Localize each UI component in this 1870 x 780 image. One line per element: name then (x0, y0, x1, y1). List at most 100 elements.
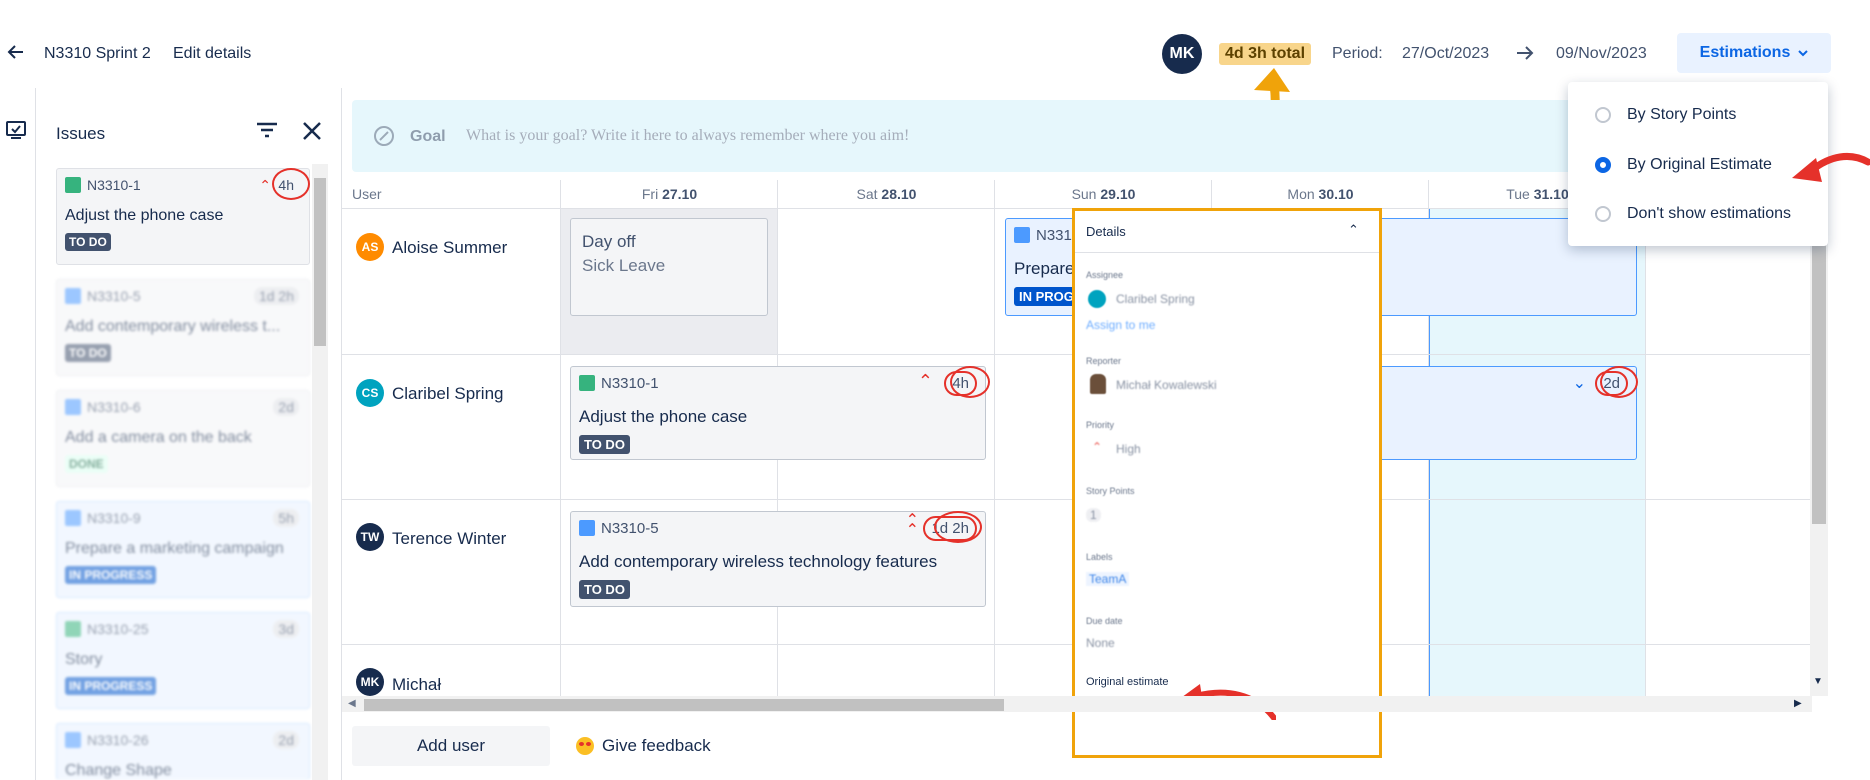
task-icon (65, 732, 81, 748)
avatar: AS (356, 233, 384, 261)
issue-estimate: 2d (273, 398, 299, 416)
period-end[interactable]: 09/Nov/2023 (1556, 45, 1647, 63)
heart-eyes-emoji-icon (576, 737, 594, 755)
status-badge: TO DO (579, 435, 630, 454)
scroll-left-icon[interactable]: ◀ (348, 698, 356, 709)
radio-unselected[interactable] (1595, 206, 1611, 222)
add-user-button[interactable]: Add user (352, 726, 550, 766)
avatar[interactable]: MK (1162, 34, 1202, 74)
user-name: Aloise Summer (392, 238, 508, 257)
issue-key: N3310-1 (87, 177, 141, 193)
menu-item-no-estimations[interactable]: Don't show estimations (1595, 205, 1791, 223)
menu-item-story-points[interactable]: By Story Points (1595, 106, 1736, 124)
story-icon (65, 177, 81, 193)
task-icon (65, 288, 81, 304)
annotation-circle (950, 366, 990, 398)
avatar: MK (356, 668, 384, 696)
give-feedback-link[interactable]: Give feedback (576, 736, 711, 756)
issue-key: N3310-25 (87, 621, 149, 637)
menu-item-label: By Original Estimate (1627, 156, 1772, 173)
detail-value: 1 (1086, 508, 1101, 522)
period-start[interactable]: 27/Oct/2023 (1402, 45, 1489, 63)
menu-item-original-estimate[interactable]: By Original Estimate (1595, 156, 1772, 174)
menu-item-label: Don't show estimations (1627, 205, 1792, 222)
day-header: Mon 30.10 (1287, 186, 1354, 202)
menu-item-label: By Story Points (1627, 106, 1737, 123)
detail-label: Assignee (1086, 270, 1124, 280)
close-icon[interactable] (299, 118, 325, 144)
radio-selected[interactable] (1595, 157, 1611, 173)
priority-highest-icon: ⌃ ⌃ (905, 512, 919, 539)
issue-summary: Add a camera on the back (65, 429, 252, 446)
detail-label: Story Points (1086, 486, 1135, 496)
issue-summary: Prepare a marketing campaign (65, 540, 284, 557)
issues-scrollbar-thumb[interactable] (314, 178, 326, 346)
user-name: Terence Winter (392, 529, 507, 548)
scroll-right-icon[interactable]: ▶ (1794, 698, 1802, 709)
issue-card[interactable]: N3310-5 1d 2h Add contemporary wireless … (56, 279, 310, 376)
grid-line (994, 180, 995, 700)
dayoff-title: Day off (582, 232, 636, 251)
priority-high-icon: ⌃ (1092, 440, 1103, 454)
scroll-down-icon[interactable]: ▼ (1813, 676, 1823, 687)
day-header: Fri 27.10 (641, 186, 698, 202)
issue-summary: Story (65, 651, 103, 668)
issue-card[interactable]: N3310-6 2d Add a camera on the back DONE (56, 390, 310, 487)
goal-input[interactable] (466, 127, 1066, 145)
issue-key: N331 (1036, 227, 1072, 244)
details-separator (1075, 252, 1379, 253)
horizontal-scrollbar-thumb[interactable] (364, 699, 1004, 711)
avatar (1090, 374, 1106, 394)
total-estimate-badge: 4d 3h total (1219, 43, 1312, 65)
issue-key: N3310-26 (87, 732, 149, 748)
calendar-issue-card[interactable]: N3310-5 ⌃ ⌃ 1d 2h Add contemporary wirele… (570, 511, 986, 607)
issues-title: Issues (56, 124, 106, 143)
board-icon[interactable] (4, 118, 28, 142)
annotation-circle (1600, 366, 1638, 398)
user-name: Claribel Spring (392, 384, 504, 403)
detail-value: Claribel Spring (1116, 292, 1195, 306)
detail-value: Michał Kowalewski (1116, 378, 1217, 392)
edit-details-link[interactable]: Edit details (173, 45, 251, 63)
day-header: Sat 28.10 (856, 186, 917, 202)
story-icon (65, 621, 81, 637)
back-arrow-icon[interactable] (6, 42, 26, 62)
priority-high-icon: ⌃ (917, 371, 933, 391)
detail-value: None (1086, 636, 1115, 650)
detail-label: Priority (1086, 420, 1115, 430)
issue-card[interactable]: N3310-9 5h Prepare a marketing campaign … (56, 501, 310, 598)
issue-summary: Prepare (1014, 259, 1075, 278)
goal-icon (374, 126, 394, 146)
issue-card[interactable]: N3310-25 3d Story IN PROGRESS (56, 612, 310, 709)
avatar: CS (356, 379, 384, 407)
issue-card[interactable]: N3310-26 2d Change Shape (56, 723, 310, 780)
radio-unselected[interactable] (1595, 107, 1611, 123)
filter-icon[interactable] (254, 118, 280, 142)
assign-to-me-link[interactable]: Assign to me (1086, 318, 1155, 332)
detail-label: Labels (1086, 552, 1113, 562)
status-badge: TO DO (65, 233, 111, 251)
detail-value: High (1116, 442, 1141, 456)
chevron-up-icon[interactable]: ⌃ (1348, 222, 1359, 238)
original-estimate-label: Original estimate (1086, 676, 1169, 688)
grid-line (560, 180, 561, 700)
calendar-issue-card[interactable]: N3310-1 ⌃ 4h Adjust the phone case TO DO (570, 366, 986, 460)
priority-high-icon: ⌃ (259, 177, 271, 193)
task-icon (65, 399, 81, 415)
estimations-label: Estimations (1699, 44, 1791, 61)
estimations-dropdown-button[interactable]: Estimations (1677, 33, 1831, 73)
status-badge: IN PROGRESS (65, 566, 157, 584)
issue-estimate: 2d (273, 731, 299, 749)
issue-summary: Adjust the phone case (65, 207, 224, 224)
details-title: Details (1086, 224, 1126, 239)
task-icon (65, 510, 81, 526)
story-icon (579, 375, 595, 391)
grid-line (1645, 180, 1646, 700)
status-badge: DONE (65, 455, 108, 473)
status-badge: IN PROGRESS (65, 677, 157, 695)
goal-label: Goal (410, 128, 446, 145)
priority-lowest-icon: ⌄ (1572, 375, 1586, 392)
avatar (1088, 290, 1106, 308)
issue-key: N3310-9 (87, 510, 141, 526)
vertical-scrollbar-thumb[interactable] (1812, 222, 1826, 524)
